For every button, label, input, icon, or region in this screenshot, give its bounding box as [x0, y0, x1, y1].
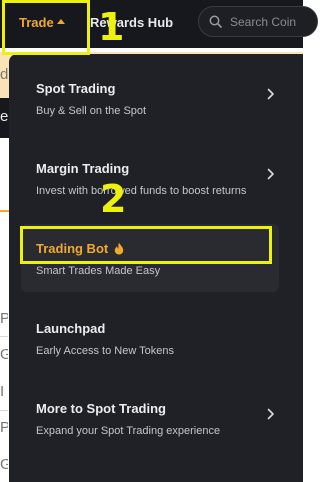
search-input[interactable]: [230, 14, 310, 29]
menu-item-description: Expand your Spot Trading experience: [36, 425, 221, 437]
highlight-box-trading-bot: [20, 226, 272, 264]
menu-item-launchpad[interactable]: Launchpad Early Access to New Tokens: [21, 304, 279, 372]
menu-item-title: Launchpad: [36, 321, 106, 336]
menu-item-description: Buy & Sell on the Spot: [36, 105, 147, 117]
menu-item-description: Smart Trades Made Easy: [36, 265, 161, 277]
menu-item-description: Invest with borrowed funds to boost retu…: [36, 185, 247, 197]
chevron-right-icon: [267, 88, 274, 100]
menu-item-title: Margin Trading: [36, 161, 130, 176]
annotation-step-number: 1: [98, 5, 125, 49]
trade-dropdown-menu: Spot Trading Buy & Sell on the Spot Marg…: [9, 54, 303, 482]
background-divider: [0, 336, 8, 337]
menu-item-title: Spot Trading: [36, 81, 116, 96]
annotation-step-number: 2: [100, 177, 127, 221]
background-text-fragment: I: [0, 383, 5, 400]
menu-item-title: More to Spot Trading: [36, 401, 166, 416]
background-text-fragment: P: [0, 310, 8, 327]
menu-item-margin-trading[interactable]: Margin Trading Invest with borrowed fund…: [21, 144, 279, 212]
chevron-right-icon: [267, 408, 274, 420]
search-box[interactable]: [198, 6, 318, 37]
background-text-fragment: G: [0, 456, 8, 473]
highlight-box-trade: [2, 0, 90, 55]
background-text-fragment: G: [0, 346, 8, 363]
background-text-fragment: e: [0, 108, 8, 125]
menu-item-more-to-spot-trading[interactable]: More to Spot Trading Expand your Spot Tr…: [21, 384, 279, 452]
background-text-fragment: P: [0, 419, 8, 436]
menu-item-spot-trading[interactable]: Spot Trading Buy & Sell on the Spot: [21, 64, 279, 132]
background-text-fragment: d: [0, 66, 8, 83]
background-divider: [0, 410, 8, 411]
search-icon: [209, 15, 222, 28]
menu-item-description: Early Access to New Tokens: [36, 345, 174, 357]
chevron-right-icon: [267, 168, 274, 180]
